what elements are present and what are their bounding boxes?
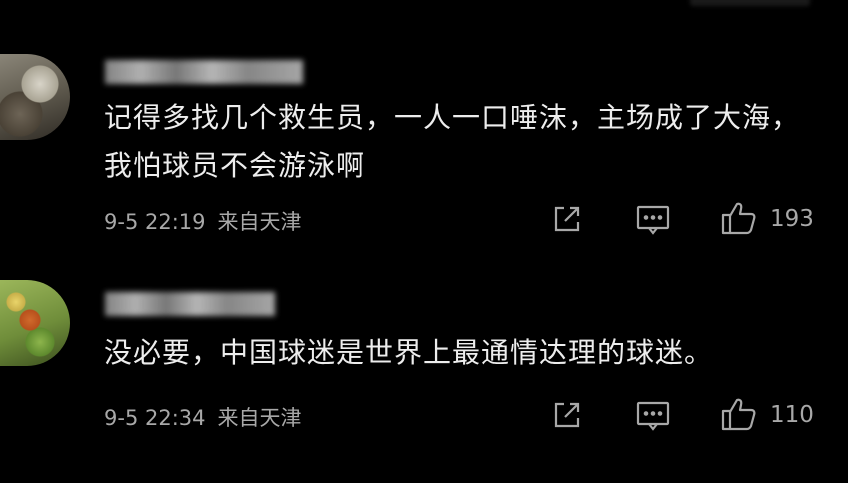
username-blurred[interactable] — [105, 60, 303, 84]
thumbs-up-icon[interactable] — [721, 200, 757, 236]
user-avatar[interactable] — [0, 54, 70, 140]
username-blurred[interactable] — [105, 292, 275, 316]
comment-location: 来自天津 — [217, 406, 302, 430]
comment-time: 9-5 22:34 — [104, 406, 206, 430]
comment-text: 记得多找几个救生员，一人一口唾沫，主场成了大海，我怕球员不会游泳啊 — [104, 101, 801, 182]
user-avatar[interactable] — [0, 280, 70, 366]
comment-icon[interactable] — [636, 205, 670, 235]
comment-time: 9-5 22:19 — [104, 210, 206, 234]
share-icon[interactable] — [551, 203, 583, 235]
comment-icon[interactable] — [636, 401, 670, 431]
share-icon[interactable] — [551, 399, 583, 431]
comment-location: 来自天津 — [217, 210, 302, 234]
like-count: 110 — [770, 402, 814, 428]
comment-text: 没必要，中国球迷是世界上最通情达理的球迷。 — [104, 336, 714, 369]
comment-meta: 9-5 22:34 来自天津 — [104, 402, 302, 432]
thumbs-up-icon[interactable] — [721, 396, 757, 432]
comment-meta: 9-5 22:19 来自天津 — [104, 206, 302, 236]
cropped-header-text — [690, 0, 810, 6]
like-count: 193 — [770, 206, 814, 232]
